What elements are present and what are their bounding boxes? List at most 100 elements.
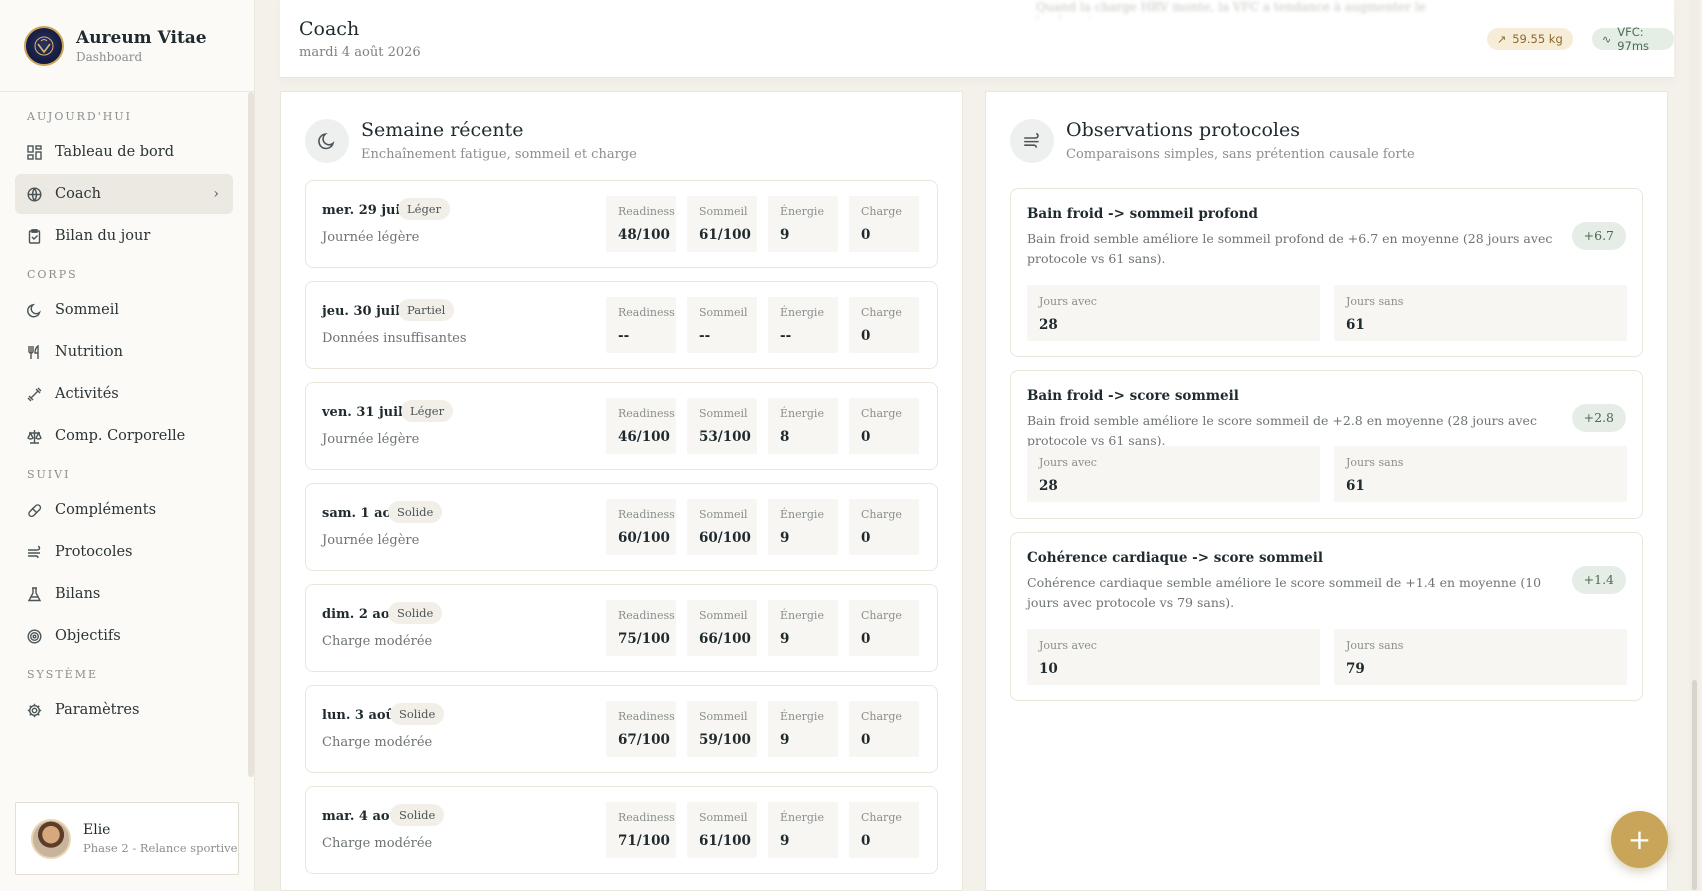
gear-icon (26, 702, 42, 718)
observation-description: Bain froid semble améliore le sommeil pr… (1027, 231, 1553, 266)
sidebar-item-settings[interactable]: Paramètres (15, 690, 233, 730)
brand[interactable]: Aureum Vitae Dashboard (0, 0, 254, 92)
day-note: Charge modérée (322, 735, 433, 750)
metric-value: 61/100 (699, 227, 751, 243)
weight-badge[interactable]: ↗ 59.55 kg (1487, 28, 1573, 50)
weight-value: 59.55 kg (1512, 32, 1563, 46)
metric-value: 0 (861, 530, 871, 546)
day-date: jeu. 30 juil. (322, 304, 405, 319)
sidebar-scrollbar[interactable] (248, 92, 254, 777)
sidebar-item-sleep[interactable]: Sommeil (15, 290, 233, 330)
stat-value: 61 (1346, 317, 1365, 333)
sidebar-item-dashboard[interactable]: Tableau de bord (15, 132, 233, 172)
clipboard-icon (26, 228, 42, 244)
utensils-icon (26, 344, 42, 360)
metric-value: 75/100 (618, 631, 670, 647)
metric-label: Charge (861, 407, 902, 420)
card-title: Observations protocoles (1066, 119, 1300, 141)
sidebar-item-body-composition[interactable]: Comp. Corporelle (15, 416, 233, 456)
metric-sleep: Sommeil -- (687, 297, 757, 353)
metric-sleep: Sommeil 59/100 (687, 701, 757, 757)
metric-value: 46/100 (618, 429, 670, 445)
day-status-badge: Partiel (398, 299, 455, 321)
observation-description: Cohérence cardiaque semble améliore le s… (1027, 575, 1542, 610)
sidebar-item-reports[interactable]: Bilans (15, 574, 233, 614)
sidebar-item-daily-report[interactable]: Bilan du jour (15, 216, 233, 256)
day-row[interactable]: mar. 4 août Solide Charge modérée Readines… (305, 786, 938, 874)
observation-item[interactable]: Bain froid -> score sommeil Bain froid s… (1010, 370, 1643, 519)
day-note: Journée légère (322, 230, 420, 245)
metric-load: Charge 0 (849, 499, 919, 555)
metric-value: 9 (780, 732, 790, 748)
day-date: mer. 29 juil. (322, 203, 410, 218)
metric-label: Énergie (780, 811, 824, 824)
observation-item[interactable]: Cohérence cardiaque -> score sommeil Coh… (1010, 532, 1643, 701)
avatar (31, 818, 71, 859)
section-heading-system: SYSTÈME (27, 668, 98, 681)
page-header: Coach mardi 4 août 2026 Quand la charge … (280, 0, 1674, 78)
metric-readiness: Readiness 75/100 (606, 600, 676, 656)
day-note: Journée légère (322, 432, 420, 447)
metric-label: Sommeil (699, 710, 748, 723)
metric-energy: Énergie -- (768, 297, 838, 353)
metric-energy: Énergie 9 (768, 802, 838, 858)
stat-value: 10 (1039, 661, 1058, 677)
metric-label: Sommeil (699, 811, 748, 824)
stat-days-with: Jours avec 10 (1027, 629, 1320, 685)
metric-readiness: Readiness 71/100 (606, 802, 676, 858)
sidebar-nav: AUJOURD'HUI Tableau de bord Coach › Bila… (0, 92, 248, 782)
observation-delta-badge: +1.4 (1571, 566, 1626, 594)
sidebar-item-protocols[interactable]: Protocoles (15, 532, 233, 572)
day-row[interactable]: lun. 3 août Solide Charge modérée Readines… (305, 685, 938, 773)
add-button[interactable]: + (1611, 811, 1668, 868)
stat-label: Jours avec (1039, 456, 1097, 469)
wind-icon (1010, 119, 1054, 163)
day-note: Données insuffisantes (322, 331, 467, 346)
sidebar-item-label: Bilans (55, 586, 101, 602)
sidebar-item-activities[interactable]: Activités (15, 374, 233, 414)
day-row[interactable]: sam. 1 août Solide Journée légère Readines… (305, 483, 938, 571)
day-note: Journée légère (322, 533, 420, 548)
faded-insight-text: Quand la charge HRV monte, la VFC a tend… (1036, 0, 1426, 18)
sidebar-item-coach[interactable]: Coach › (15, 174, 233, 214)
page-scrollbar-thumb[interactable] (1692, 680, 1697, 890)
hrv-badge[interactable]: ∿ VFC: 97ms (1592, 25, 1674, 53)
chevron-right-icon: › (213, 186, 219, 202)
metric-label: Readiness (618, 407, 675, 420)
metric-energy: Énergie 9 (768, 600, 838, 656)
observation-item[interactable]: Bain froid -> sommeil profond Bain froid… (1010, 188, 1643, 357)
metric-load: Charge 0 (849, 196, 919, 252)
metric-label: Charge (861, 710, 902, 723)
stat-label: Jours avec (1039, 295, 1097, 308)
metric-sleep: Sommeil 66/100 (687, 600, 757, 656)
sidebar-item-supplements[interactable]: Compléments (15, 490, 233, 530)
app: Aureum Vitae Dashboard AUJOURD'HUI Table… (0, 0, 1702, 891)
metric-label: Énergie (780, 407, 824, 420)
wind-icon (26, 544, 42, 560)
sidebar: Aureum Vitae Dashboard AUJOURD'HUI Table… (0, 0, 255, 891)
card-title: Semaine récente (361, 119, 524, 141)
day-row[interactable]: ven. 31 juil. Léger Journée légère Readine… (305, 382, 938, 470)
day-row[interactable]: dim. 2 août Solide Charge modérée Readines… (305, 584, 938, 672)
moon-icon (305, 119, 349, 163)
day-row[interactable]: mer. 29 juil. Léger Journée légère Readine… (305, 180, 938, 268)
day-row[interactable]: jeu. 30 juil. Partiel Données insuffisante… (305, 281, 938, 369)
user-name: Elie (83, 822, 111, 838)
metric-label: Charge (861, 508, 902, 521)
metric-label: Charge (861, 306, 902, 319)
metric-label: Sommeil (699, 306, 748, 319)
stat-days-with: Jours avec 28 (1027, 285, 1320, 341)
metric-energy: Énergie 8 (768, 398, 838, 454)
metric-value: 59/100 (699, 732, 751, 748)
sidebar-item-nutrition[interactable]: Nutrition (15, 332, 233, 372)
metric-label: Énergie (780, 306, 824, 319)
day-date: ven. 31 juil. (322, 405, 408, 420)
sidebar-item-goals[interactable]: Objectifs (15, 616, 233, 656)
stat-label: Jours sans (1346, 639, 1404, 652)
metric-label: Readiness (618, 811, 675, 824)
brand-subtitle: Dashboard (76, 49, 143, 64)
metric-label: Énergie (780, 710, 824, 723)
metric-energy: Énergie 9 (768, 499, 838, 555)
stat-value: 28 (1039, 317, 1058, 333)
user-card[interactable]: Elie Phase 2 - Relance sportive (15, 802, 239, 875)
